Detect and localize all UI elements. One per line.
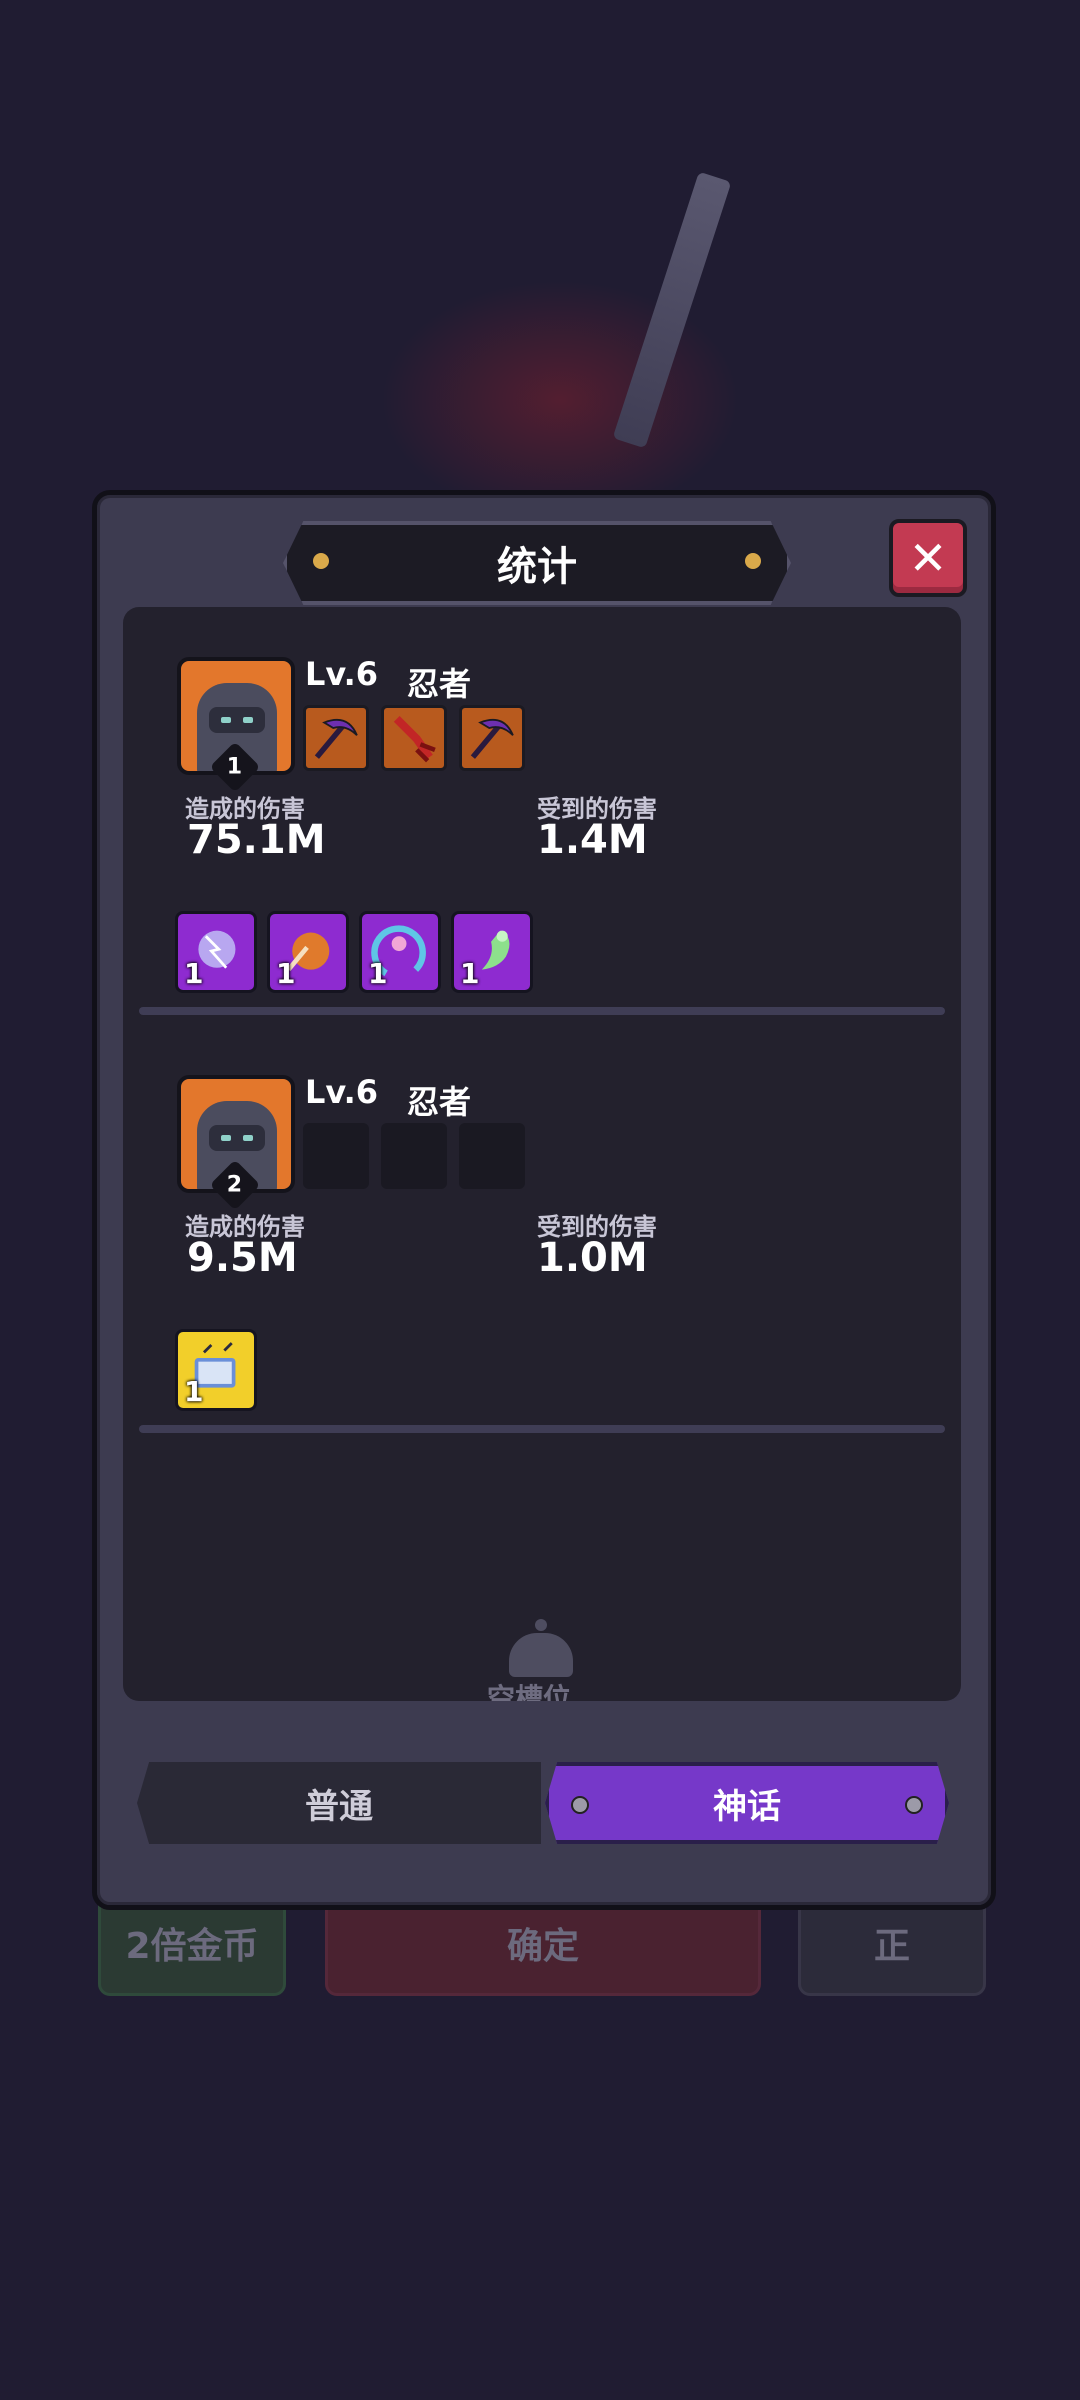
stats-dialog: 统计 ✕ 1 Lv.6 忍者 造成的伤害 75.1M 受到的伤害 1.4M 1 … bbox=[92, 490, 996, 1910]
lightning-orb-icon[interactable]: 1 bbox=[175, 911, 257, 993]
empty-equipment-slot[interactable] bbox=[303, 1123, 369, 1189]
banner-rivet-icon bbox=[745, 553, 761, 569]
ninja-eye-icon bbox=[243, 717, 253, 723]
banner-rivet-icon bbox=[313, 553, 329, 569]
hero-level: Lv.6 bbox=[305, 1073, 379, 1111]
ninja-face-icon bbox=[209, 707, 265, 733]
skill-count: 1 bbox=[460, 957, 480, 990]
red-claw-icon[interactable] bbox=[381, 705, 447, 771]
rank-number: 2 bbox=[227, 1172, 243, 1198]
ghost-icon[interactable]: 1 bbox=[451, 911, 533, 993]
empty-slot-label: 空槽位 bbox=[487, 1682, 572, 1701]
ninja-face-icon bbox=[209, 1125, 265, 1151]
empty-equipment-slot[interactable] bbox=[459, 1123, 525, 1189]
hero-class: 忍者 bbox=[407, 1083, 472, 1121]
skill-count: 1 bbox=[184, 1375, 204, 1408]
helmet-icon bbox=[535, 1619, 547, 1631]
fireball-icon[interactable]: 1 bbox=[267, 911, 349, 993]
scythe-icon[interactable] bbox=[303, 705, 369, 771]
tab-normal-label: 普通 bbox=[305, 1786, 373, 1827]
tab-rivet-icon bbox=[905, 1796, 923, 1814]
row-divider bbox=[139, 1425, 945, 1433]
skill-count: 1 bbox=[276, 957, 296, 990]
skill-count: 1 bbox=[184, 957, 204, 990]
empty-equipment-slot[interactable] bbox=[381, 1123, 447, 1189]
helmet-icon bbox=[509, 1633, 573, 1677]
tab-normal[interactable]: 普通 bbox=[137, 1762, 541, 1844]
damage-dealt-value: 75.1M bbox=[187, 817, 326, 863]
rank-number: 1 bbox=[227, 754, 243, 780]
tab-myth-label: 神话 bbox=[713, 1786, 781, 1827]
skill-count: 1 bbox=[368, 957, 388, 990]
dialog-title: 统计 bbox=[497, 544, 577, 590]
title-banner: 统计 bbox=[283, 521, 791, 605]
damage-taken-value: 1.4M bbox=[537, 817, 648, 863]
close-button[interactable]: ✕ bbox=[889, 519, 967, 597]
scythe-icon[interactable] bbox=[459, 705, 525, 771]
damage-taken-value: 1.0M bbox=[537, 1235, 648, 1281]
tab-myth[interactable]: 神话 bbox=[545, 1762, 949, 1844]
ninja-eye-icon bbox=[243, 1135, 253, 1141]
ninja-eye-icon bbox=[221, 717, 231, 723]
ninja-eye-icon bbox=[221, 1135, 231, 1141]
hero-level: Lv.6 bbox=[305, 655, 379, 693]
stats-panel[interactable]: 1 Lv.6 忍者 造成的伤害 75.1M 受到的伤害 1.4M 1 1 1 1… bbox=[123, 607, 961, 1701]
row-divider bbox=[139, 1007, 945, 1015]
hero-class: 忍者 bbox=[407, 665, 472, 703]
damage-dealt-value: 9.5M bbox=[187, 1235, 298, 1281]
empty-slot-placeholder: 空槽位 bbox=[483, 1617, 603, 1701]
tab-rivet-icon bbox=[571, 1796, 589, 1814]
vortex-icon[interactable]: 1 bbox=[359, 911, 441, 993]
spellbook-icon[interactable]: 1 bbox=[175, 1329, 257, 1411]
close-icon: ✕ bbox=[908, 531, 948, 585]
